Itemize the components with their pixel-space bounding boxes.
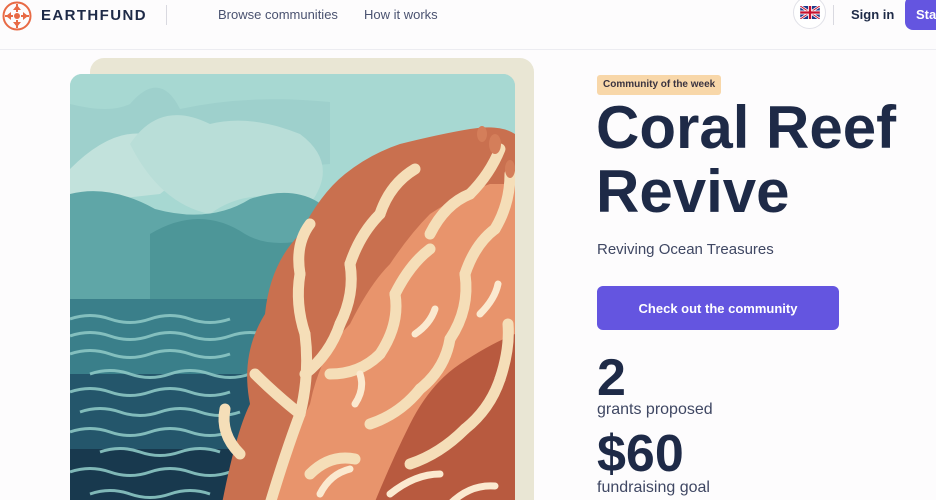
earthfund-logo-icon[interactable] — [2, 1, 32, 31]
nav-how-it-works[interactable]: How it works — [364, 7, 438, 22]
top-navbar: EARTHFUND Browse communities How it work… — [0, 0, 936, 50]
start-button[interactable]: Start — [905, 0, 936, 30]
language-button[interactable] — [793, 0, 826, 29]
community-title: Coral Reef Revive — [596, 96, 896, 224]
nav-browse-communities[interactable]: Browse communities — [218, 7, 338, 22]
divider — [833, 5, 834, 25]
community-of-week-badge: Community of the week — [597, 75, 722, 95]
uk-flag-icon — [799, 6, 820, 19]
brand-name[interactable]: EARTHFUND — [41, 7, 147, 24]
sign-in-link[interactable]: Sign in — [851, 7, 894, 22]
title-line-2: Revive — [596, 158, 790, 225]
fundraising-goal-label: fundraising goal — [597, 479, 710, 496]
title-line-1: Coral Reef — [596, 94, 897, 161]
grants-proposed-value: 2 — [597, 349, 626, 407]
coral-reef-illustration[interactable] — [70, 74, 515, 500]
divider — [166, 5, 167, 25]
community-subtitle: Reviving Ocean Treasures — [597, 241, 774, 258]
grants-proposed-label: grants proposed — [597, 401, 713, 418]
check-out-community-button[interactable]: Check out the community — [597, 286, 839, 330]
fundraising-goal-value: $60 — [597, 425, 684, 483]
